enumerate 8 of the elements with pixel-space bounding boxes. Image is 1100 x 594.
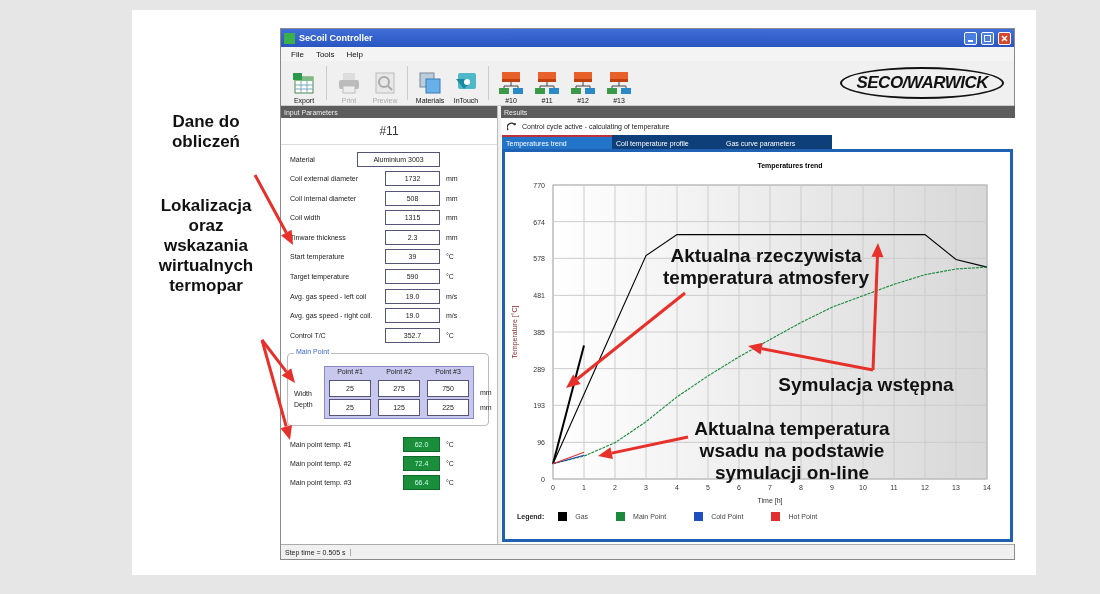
coil-number: #11	[281, 118, 497, 145]
annotation-text: Aktualna temperatura wsadu na podstawie symulacji on-line	[693, 418, 891, 484]
window-title: SeCoil Controller	[299, 33, 374, 43]
annotation-text: Dane do obliczeń	[171, 112, 241, 152]
annotation-text: Aktualna rzeczywista temperatura atmosfery	[662, 245, 870, 289]
logo: SECO/WARWICK	[840, 67, 1004, 99]
annotation-text: Lokalizacja oraz wskazania wirtualnych termopar	[157, 196, 255, 296]
annotation-text: Symulacja wstępna	[777, 374, 955, 396]
